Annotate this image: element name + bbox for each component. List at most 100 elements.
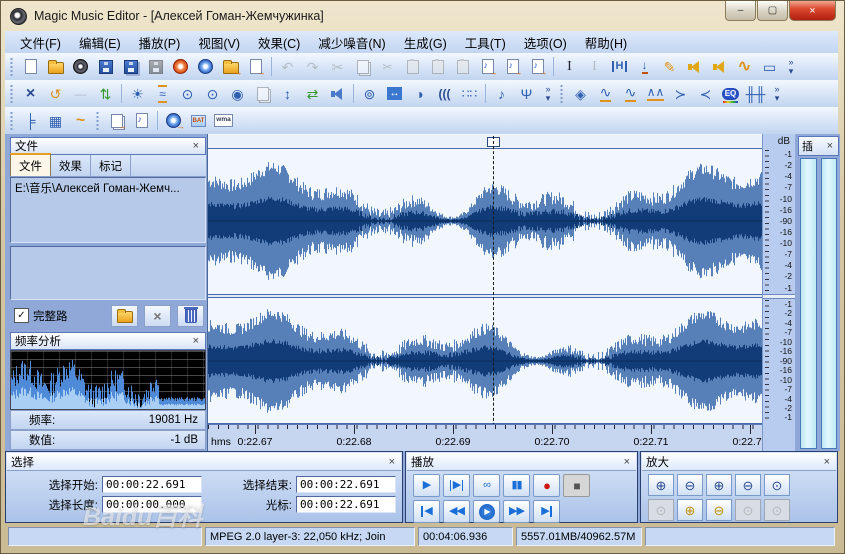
stop[interactable]: ■ [563, 474, 590, 497]
file-list-secondary[interactable] [10, 246, 206, 300]
toolbar-overflow-chevron[interactable]: » ▾ [784, 55, 798, 79]
close-file-button[interactable]: × [144, 305, 171, 327]
menu-options[interactable]: 选项(O) [515, 31, 576, 54]
export-folder[interactable] [218, 55, 243, 79]
fast-forward[interactable]: ▶▶ [503, 500, 530, 523]
burn-cd[interactable] [168, 55, 193, 79]
speaker-effect[interactable] [325, 82, 350, 106]
open-file-button[interactable] [111, 305, 138, 327]
fade-in[interactable]: ≻ [668, 82, 693, 106]
file-list[interactable]: E:\音乐\Алексей Гоман-Жемч... [10, 177, 206, 243]
amplify[interactable]: ☀ [125, 82, 150, 106]
menu-generate[interactable]: 生成(G) [395, 31, 456, 54]
rewind[interactable]: ◀◀ [443, 500, 470, 523]
playback-panel-close[interactable]: × [622, 456, 632, 468]
mix-curve[interactable]: ∿ [732, 55, 757, 79]
delete-file-button[interactable] [177, 305, 204, 327]
save[interactable] [93, 55, 118, 79]
zoom-in[interactable]: ⊕ [648, 474, 674, 496]
save-as[interactable] [118, 55, 143, 79]
web-publish[interactable] [161, 109, 186, 133]
go-to-start[interactable]: ◀ [413, 500, 440, 523]
play[interactable]: ▶ [413, 474, 440, 497]
toolbar-grip[interactable] [9, 112, 14, 130]
zoom-out[interactable]: ⊖ [677, 474, 703, 496]
vertical-zoom-out[interactable]: ⊖ [706, 499, 732, 521]
equalizer[interactable]: EQ [718, 82, 743, 106]
swap-channels[interactable]: ⇅ [93, 82, 118, 106]
close-button[interactable]: × [789, 1, 836, 21]
toolbar-grip[interactable] [559, 85, 564, 103]
send-file[interactable] [243, 55, 268, 79]
toolbar-overflow-chevron[interactable]: » ▾ [770, 82, 784, 106]
open-audio-cd[interactable] [68, 55, 93, 79]
loop-play[interactable]: ∞ [473, 474, 500, 497]
toolbar-grip[interactable] [9, 58, 14, 76]
move-to-new-file[interactable] [525, 55, 550, 79]
paste-to-new-file[interactable] [475, 55, 500, 79]
tab-markers[interactable]: 标记 [91, 155, 131, 176]
fade-out[interactable]: ≺ [693, 82, 718, 106]
edit-marker[interactable]: ✎ [657, 55, 682, 79]
bat-convert[interactable]: BAT [186, 109, 211, 133]
menu-play[interactable]: 播放(P) [130, 31, 190, 54]
rip-cd[interactable] [193, 55, 218, 79]
menu-help[interactable]: 帮助(H) [576, 31, 636, 54]
tab-files[interactable]: 文件 [10, 153, 51, 176]
stereo-waveform[interactable] [208, 148, 763, 424]
menu-view[interactable]: 视图(V) [189, 31, 249, 54]
play-selection[interactable]: ▶ [443, 474, 470, 497]
minimize-button[interactable]: – [725, 1, 756, 21]
meter-panel-close[interactable]: × [825, 140, 835, 152]
menu-edit[interactable]: 编辑(E) [70, 31, 130, 54]
toolbar-overflow-chevron[interactable]: » ▾ [541, 82, 555, 106]
toolbar-grip[interactable] [95, 112, 100, 130]
select-all[interactable]: H [607, 55, 632, 79]
files-panel-close[interactable]: × [191, 140, 201, 152]
cursor-select[interactable]: I [557, 55, 582, 79]
selection-end-value[interactable]: 00:00:22.691 [296, 476, 396, 493]
menu-file[interactable]: 文件(F) [11, 31, 70, 54]
toolbar-grip[interactable] [9, 85, 14, 103]
insert-silence[interactable]: ╞ [18, 109, 43, 133]
menu-effects[interactable]: 效果(C) [249, 31, 309, 54]
zoom-to-cursor[interactable]: ⊖ [735, 474, 761, 496]
pause[interactable]: ▮▮ [503, 474, 530, 497]
new-file[interactable] [18, 55, 43, 79]
play-circle[interactable]: ▶ [473, 500, 500, 523]
zoom-to-selection[interactable]: ⊕ [706, 474, 732, 496]
delete-silence[interactable]: ▦ [43, 109, 68, 133]
tab-effects[interactable]: 效果 [51, 155, 91, 176]
selection-panel-close[interactable]: × [387, 456, 397, 468]
waveform-area[interactable]: hms 0:22.670:22.680:22.690:22.700:22.710… [207, 134, 762, 451]
file-list-item[interactable]: E:\音乐\Алексей Гоман-Жемч... [15, 180, 201, 196]
tremolo[interactable]: ∧∧ [643, 82, 668, 106]
open-file[interactable] [43, 55, 68, 79]
time-ruler[interactable]: hms 0:22.670:22.680:22.690:22.700:22.710… [208, 424, 762, 452]
cursor-position-value[interactable]: 00:00:22.691 [296, 496, 396, 513]
normalize[interactable]: ≈ [150, 82, 175, 106]
maximize-button[interactable]: ▢ [757, 1, 788, 21]
fade-in-timer[interactable]: ⊙ [175, 82, 200, 106]
wave-shaper-2[interactable]: ∿ [618, 82, 643, 106]
loop-badge[interactable]: ◉ [225, 82, 250, 106]
channel-mixer[interactable]: ⇄ [300, 82, 325, 106]
adjust-amplitude[interactable]: ↕ [275, 82, 300, 106]
drop-marker[interactable]: ↓ [632, 55, 657, 79]
record[interactable]: ● [533, 474, 560, 497]
phone-filter[interactable]: ~ [68, 109, 93, 133]
speaker-edit[interactable] [682, 55, 707, 79]
copy-to-new-file[interactable] [500, 55, 525, 79]
tuning-fork[interactable]: Ψ [514, 82, 539, 106]
echo[interactable]: ((( [432, 82, 457, 106]
selection-length-value[interactable]: 00:00:00.000 [102, 496, 202, 513]
frame-select[interactable]: ▭ [757, 55, 782, 79]
zoom-panel-close[interactable]: × [822, 456, 832, 468]
envelope[interactable]: ◈ [568, 82, 593, 106]
time-stretch[interactable]: ↔ [382, 82, 407, 106]
menu-noise-reduction[interactable]: 减少噪音(N) [309, 31, 394, 54]
menu-tools[interactable]: 工具(T) [456, 31, 515, 54]
frequency-panel-close[interactable]: × [191, 335, 201, 347]
go-to-end[interactable]: ▶ [533, 500, 560, 523]
revert[interactable]: ↺ [43, 82, 68, 106]
